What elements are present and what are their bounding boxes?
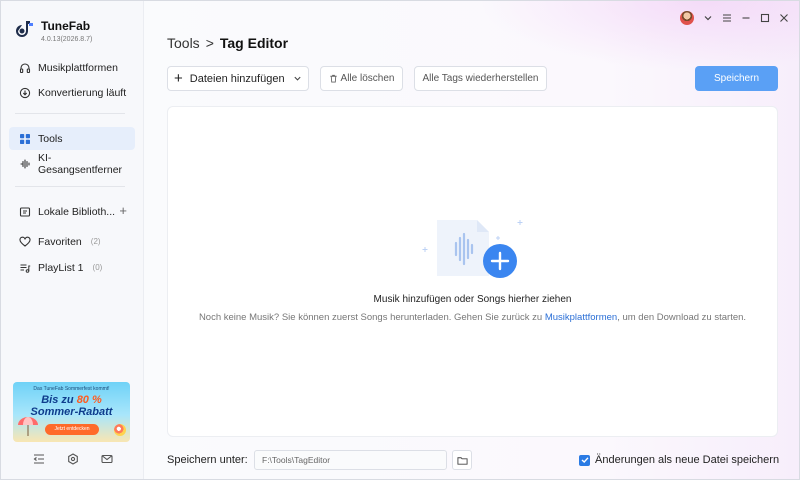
- divider: [15, 186, 125, 187]
- plus-icon: +: [174, 69, 183, 87]
- promo-top-text: Das TuneFab Sommerfest kommt!: [33, 386, 110, 392]
- beach-ball-icon: [114, 424, 126, 436]
- app-name: TuneFab: [41, 19, 91, 33]
- restore-tags-button[interactable]: Alle Tags wiederherstellen: [414, 66, 547, 91]
- sidebar-item-favoriten[interactable]: Favoriten (2): [9, 230, 135, 253]
- maximize-icon[interactable]: [760, 13, 770, 23]
- sidebar-item-lokale-bibliothek[interactable]: Lokale Biblioth... +: [9, 200, 135, 223]
- add-files-label: Dateien hinzufügen: [189, 72, 285, 85]
- promo-cta-button[interactable]: Jetzt entdecken: [45, 424, 99, 435]
- sidebar-item-label: KI-Gesangsentferner: [38, 151, 123, 176]
- drop-zone-title: Musik hinzufügen oder Songs hierher zieh…: [373, 294, 572, 305]
- sidebar-item-label: Lokale Biblioth...: [38, 205, 116, 218]
- musikplattformen-link[interactable]: Musikplattformen: [545, 312, 617, 323]
- save-under-label: Speichern unter:: [167, 454, 248, 466]
- window-controls: [680, 11, 789, 25]
- main-content: Tools > Tag Editor + Dateien hinzufügen …: [144, 1, 799, 479]
- save-as-new-file-option[interactable]: Änderungen als neue Datei speichern: [579, 454, 779, 466]
- close-icon[interactable]: [779, 13, 789, 23]
- sidebar-item-label: Tools: [38, 132, 63, 145]
- sidebar-item-tools[interactable]: Tools: [9, 127, 135, 150]
- browse-folder-button[interactable]: [452, 450, 472, 470]
- sidebar-item-label: Konvertierung läuft: [38, 86, 127, 99]
- drop-zone[interactable]: Musik hinzufügen oder Songs hierher zieh…: [167, 106, 778, 437]
- clear-all-label: Alle löschen: [340, 73, 395, 84]
- checkmark-icon: [581, 457, 589, 463]
- trash-icon: [329, 74, 337, 83]
- umbrella-icon: [18, 417, 38, 436]
- playlist-icon: [20, 263, 31, 273]
- settings-icon[interactable]: [67, 453, 79, 465]
- sidebar-footer: [1, 453, 144, 465]
- grid-icon: [20, 133, 30, 144]
- divider: [15, 113, 125, 114]
- sidebar-item-konvertierung[interactable]: Konvertierung läuft: [9, 81, 135, 104]
- breadcrumb-tools[interactable]: Tools: [167, 35, 200, 51]
- promo-line1: Bis zu: [41, 394, 77, 406]
- clear-all-button[interactable]: Alle löschen: [320, 66, 403, 91]
- promo-discount: 80 %: [76, 394, 102, 406]
- breadcrumb-separator: >: [205, 35, 214, 51]
- chevron-down-icon: [294, 76, 301, 81]
- page-title: Tag Editor: [219, 35, 289, 51]
- promo-headline: Bis zu 80 % Sommer-Rabatt: [13, 394, 130, 418]
- sidebar-item-ki-gesangsentferner[interactable]: KI-Gesangsentferner: [9, 151, 135, 176]
- favorites-count: (2): [90, 237, 101, 246]
- drop-zone-sub-before: Noch keine Musik? Sie können zuerst Song…: [198, 312, 545, 323]
- chevron-down-icon[interactable]: [703, 13, 713, 23]
- sidebar-item-label: Favoriten: [38, 235, 82, 248]
- convert-icon: [19, 87, 31, 98]
- avatar[interactable]: [680, 11, 694, 25]
- menu-icon[interactable]: [722, 13, 732, 23]
- voice-icon: [20, 158, 30, 169]
- sidebar-item-musikplattformen[interactable]: Musikplattformen: [9, 56, 135, 79]
- save-as-new-file-checkbox[interactable]: [579, 454, 590, 466]
- minimize-icon[interactable]: [741, 13, 751, 23]
- sidebar-item-playlist-1[interactable]: PlayList 1 (0): [9, 256, 135, 279]
- library-icon: [19, 206, 31, 217]
- app-window: TuneFab 4.0.13(2026.8.7) Musikplattforme…: [0, 0, 800, 480]
- tunefab-logo-icon: [16, 21, 33, 37]
- promo-banner[interactable]: Das TuneFab Sommerfest kommt! Bis zu 80 …: [13, 382, 130, 442]
- promo-line2: Sommer-Rabatt: [30, 406, 113, 418]
- folder-icon: [456, 456, 468, 465]
- collapse-sidebar-icon[interactable]: [33, 453, 45, 465]
- add-library-button[interactable]: +: [119, 204, 127, 217]
- save-as-new-file-label: Änderungen als neue Datei speichern: [595, 454, 780, 466]
- headphones-icon: [19, 62, 31, 73]
- drop-zone-sub-after: , um den Download zu starten.: [617, 312, 747, 323]
- breadcrumb: Tools > Tag Editor: [167, 35, 288, 51]
- playlist-count: (0): [92, 263, 103, 272]
- save-path-input[interactable]: [254, 450, 447, 470]
- sidebar-item-label: Musikplattformen: [38, 61, 118, 74]
- drop-zone-subtitle: Noch keine Musik? Sie können zuerst Song…: [168, 312, 777, 323]
- sidebar: TuneFab 4.0.13(2026.8.7) Musikplattforme…: [1, 1, 144, 479]
- sidebar-item-label: PlayList 1: [38, 261, 84, 274]
- heart-icon: [19, 236, 31, 247]
- add-files-button[interactable]: + Dateien hinzufügen: [167, 66, 309, 91]
- brand: TuneFab 4.0.13(2026.8.7): [15, 19, 92, 43]
- add-music-illustration-icon: [422, 220, 523, 278]
- app-version: 4.0.13(2026.8.7): [41, 36, 93, 43]
- save-button[interactable]: Speichern: [695, 66, 778, 91]
- mail-icon[interactable]: [100, 453, 113, 465]
